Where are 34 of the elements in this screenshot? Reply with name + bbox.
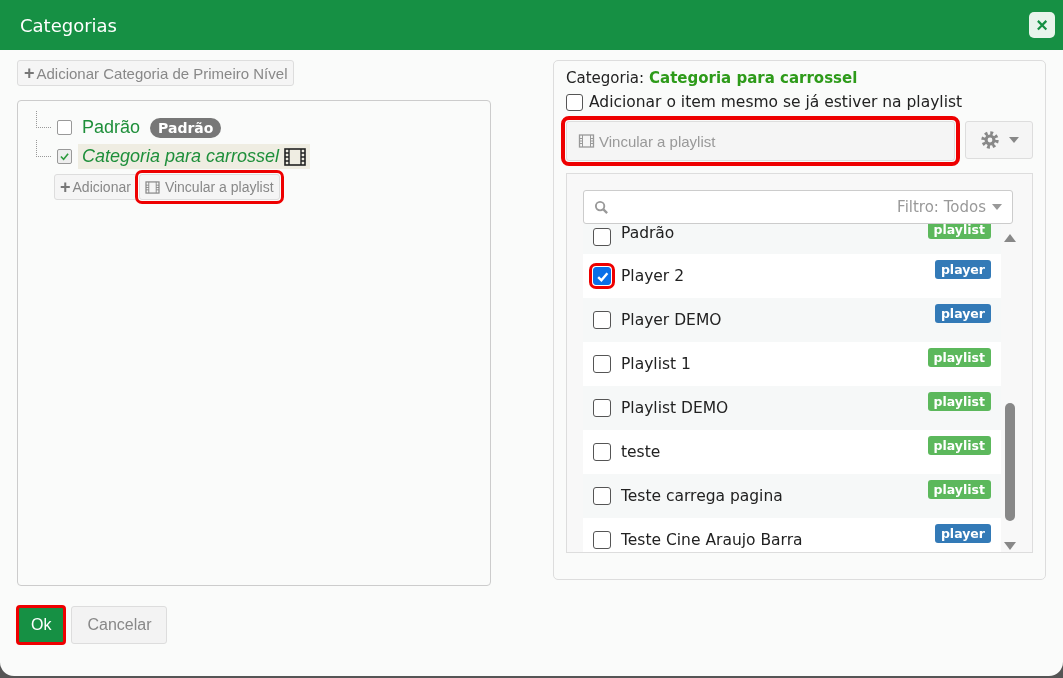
item-name: teste	[621, 443, 662, 461]
type-tag: player	[934, 304, 991, 323]
cancel-button[interactable]: Cancelar	[71, 606, 168, 644]
list-row[interactable]: Player 2 player	[583, 254, 1001, 298]
search-field[interactable]: Filtro: Todos	[583, 190, 1013, 224]
default-badge: Padrão	[150, 117, 222, 138]
type-tag: player	[934, 524, 991, 543]
item-name: Player DEMO	[621, 311, 723, 329]
category-label: Categoria:	[566, 69, 645, 87]
tree-item[interactable]: Padrão	[78, 115, 145, 140]
list-row[interactable]: teste playlist	[583, 430, 1001, 474]
type-tag: playlist	[927, 348, 991, 367]
item-name: Playlist 1	[621, 355, 692, 373]
item-name: Teste carrega pagina	[621, 487, 784, 505]
item-name: Playlist DEMO	[621, 399, 730, 417]
ok-button[interactable]: Ok	[17, 606, 66, 644]
item-name: Player 2	[621, 267, 686, 285]
list-row[interactable]: Teste Cine Araujo Barra player	[583, 518, 1001, 552]
close-button[interactable]: ×	[1029, 12, 1055, 38]
add-category-button[interactable]: +Adicionar Categoria de Primeiro Nível	[17, 60, 295, 86]
type-tag: player	[934, 260, 991, 279]
window-title: Categorias	[20, 14, 117, 36]
list-row[interactable]: Playlist 1 playlist	[583, 342, 1001, 386]
type-tag: playlist	[927, 392, 991, 411]
add-button[interactable]: +Adicionar	[54, 174, 137, 200]
type-tag: playlist	[927, 224, 991, 239]
type-tag: playlist	[927, 480, 991, 499]
item-name: Teste Cine Araujo Barra	[621, 531, 804, 549]
item-name: Padrão	[621, 224, 676, 242]
filter-dropdown[interactable]: Filtro: Todos	[897, 198, 1002, 216]
category-name: Categoria para carrossel	[649, 69, 858, 87]
checkbox-label: Adicionar o item mesmo se já estiver na playlist	[589, 93, 963, 111]
type-tag: playlist	[927, 436, 991, 455]
tree-item[interactable]: Categoria para carrossel	[78, 144, 311, 169]
